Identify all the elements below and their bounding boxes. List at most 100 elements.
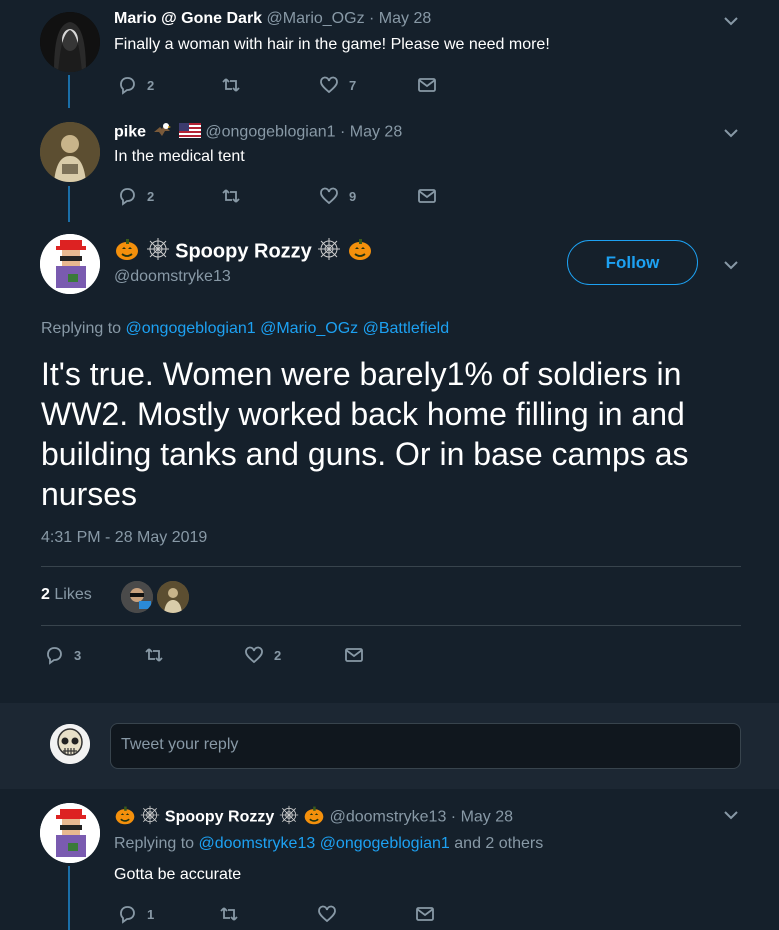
chevron-down-icon[interactable] [722, 256, 740, 274]
like-icon [320, 187, 338, 205]
mention-link[interactable]: @Battlefield [363, 320, 450, 337]
handle[interactable]: @doomstryke13 [114, 268, 231, 286]
handle[interactable]: @doomstryke13 [330, 809, 447, 826]
like-button[interactable]: 9 [319, 186, 417, 206]
spiderweb-icon [140, 805, 160, 830]
message-icon [418, 189, 436, 203]
my-avatar [50, 724, 90, 764]
tweet-header: Spoopy Rozzy @doomstryke13 · May 28 [114, 804, 513, 831]
main-tweet-text: It's true. Women were barely1% of soldie… [41, 356, 689, 512]
chevron-down-icon[interactable] [722, 124, 740, 142]
pumpkin-icon [347, 236, 373, 268]
reply-button[interactable]: 2 [117, 75, 221, 95]
retweet-button[interactable] [144, 645, 244, 665]
avatar[interactable] [40, 122, 100, 182]
author-line: Spoopy Rozzy [114, 236, 373, 268]
pumpkin-icon [114, 236, 140, 268]
mention-link[interactable]: @doomstryke13 [199, 835, 316, 852]
reply-button[interactable]: 1 [117, 904, 219, 924]
display-name[interactable]: Mario @ Gone Dark [114, 10, 262, 27]
likes-count: 2 [41, 586, 50, 603]
reply-count: 3 [74, 647, 82, 663]
thread-line [68, 75, 70, 108]
replying-prefix: Replying to [114, 835, 195, 852]
like-icon [318, 905, 336, 923]
us-flag-icon [178, 122, 201, 143]
thread-line [68, 866, 70, 930]
tweet-actions: 1 [117, 904, 435, 924]
handle[interactable]: @Mario_OGz [267, 10, 365, 27]
message-icon [416, 907, 434, 921]
avatar[interactable] [40, 803, 100, 863]
like-count: 2 [274, 647, 282, 663]
like-button[interactable]: 7 [319, 75, 417, 95]
reply-count: 2 [147, 188, 155, 204]
reply-icon [47, 647, 62, 665]
replying-suffix[interactable]: and 2 others [454, 835, 543, 852]
retweet-icon [220, 907, 238, 921]
reply-icon [120, 77, 135, 95]
mention-link[interactable]: @ongogeblogian1 [126, 320, 256, 337]
replying-prefix: Replying to [41, 320, 122, 337]
timestamp[interactable]: · May 28 [451, 809, 513, 826]
liker-avatar[interactable] [157, 581, 189, 613]
message-button[interactable] [417, 75, 437, 95]
likes-summary[interactable]: 2 Likes [41, 586, 92, 604]
avatar[interactable] [40, 12, 100, 72]
pumpkin-icon [114, 804, 136, 831]
avatar[interactable] [40, 234, 100, 294]
tweet-actions: 2 9 [117, 186, 437, 206]
eagle-icon [152, 122, 172, 143]
message-button[interactable] [344, 645, 364, 665]
retweet-icon [145, 648, 163, 662]
replying-to: Replying to @doomstryke13 @ongogeblogian… [114, 835, 543, 853]
like-count: 9 [349, 188, 357, 204]
tweet-text: Finally a woman with hair in the game! P… [114, 36, 550, 53]
timestamp[interactable]: · May 28 [369, 10, 431, 27]
retweet-icon [222, 78, 240, 92]
display-name[interactable]: Spoopy Rozzy [165, 809, 274, 826]
tweet-actions: 2 7 [117, 75, 437, 95]
main-tweet-actions: 3 2 [44, 645, 364, 665]
reply-button[interactable]: 3 [44, 645, 144, 665]
liker-avatar[interactable] [121, 581, 153, 613]
tweet-timestamp[interactable]: 4:31 PM - 28 May 2019 [41, 529, 207, 547]
thread-line [68, 186, 70, 222]
follow-button[interactable]: Follow [567, 240, 698, 285]
chevron-down-icon[interactable] [722, 806, 740, 824]
like-icon [320, 76, 338, 94]
display-name[interactable]: pike [114, 124, 146, 141]
message-button[interactable] [415, 904, 435, 924]
chevron-down-icon[interactable] [722, 12, 740, 30]
reply-icon [120, 188, 135, 206]
handle[interactable]: @ongogeblogian1 [205, 124, 335, 141]
divider [41, 625, 741, 626]
replying-to: Replying to @ongogeblogian1 @Mario_OGz @… [41, 320, 449, 338]
mention-link[interactable]: @Mario_OGz [260, 320, 358, 337]
reply-count: 2 [147, 77, 155, 93]
like-icon [245, 646, 263, 664]
likes-label: Likes [54, 586, 92, 603]
tweet-header: pike @ongogeblogian1 · May 28 [114, 122, 402, 143]
reply-icon [120, 906, 135, 924]
pumpkin-icon [303, 804, 325, 831]
mention-link[interactable]: @ongogeblogian1 [320, 835, 450, 852]
retweet-button[interactable] [221, 186, 319, 206]
like-button[interactable]: 2 [244, 645, 344, 665]
like-count: 7 [349, 77, 357, 93]
timestamp[interactable]: · May 28 [340, 124, 402, 141]
reply-button[interactable]: 2 [117, 186, 221, 206]
message-icon [345, 648, 363, 662]
retweet-button[interactable] [221, 75, 319, 95]
spiderweb-icon [146, 237, 170, 267]
like-button[interactable] [317, 904, 415, 924]
tweet-text: Gotta be accurate [114, 866, 242, 883]
reply-count: 1 [147, 906, 155, 922]
display-name[interactable]: Spoopy Rozzy [175, 240, 312, 262]
retweet-button[interactable] [219, 904, 317, 924]
spiderweb-icon [317, 237, 341, 267]
message-button[interactable] [417, 186, 437, 206]
reply-input[interactable]: Tweet your reply [110, 723, 741, 769]
divider [41, 566, 741, 567]
spiderweb-icon [279, 805, 299, 830]
